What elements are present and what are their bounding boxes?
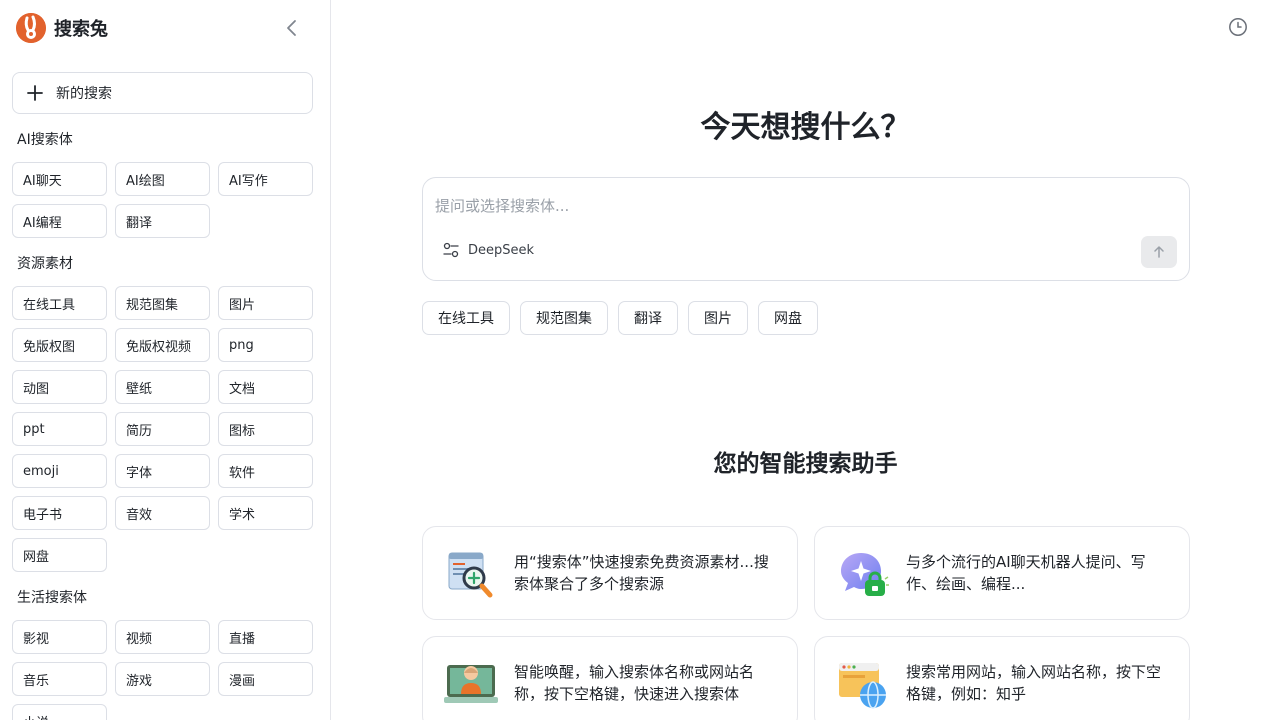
model-name: DeepSeek (468, 242, 535, 258)
sidebar-item-games[interactable]: 游戏 (115, 662, 210, 696)
sidebar-item-ai-chat[interactable]: AI聊天 (12, 162, 107, 196)
ai-agent-grid: AI聊天 AI绘图 AI写作 AI编程 翻译 (12, 162, 313, 238)
sidebar-item-movies[interactable]: 影视 (12, 620, 107, 654)
sidebar-item-free-videos[interactable]: 免版权视频 (115, 328, 210, 362)
feature-text: 与多个流行的AI聊天机器人提问、写作、绘画、编程... (906, 553, 1146, 593)
sidebar-item-translate[interactable]: 翻译 (115, 204, 210, 238)
feature-card-ai-chat[interactable]: 与多个流行的AI聊天机器人提问、写作、绘画、编程... (814, 526, 1190, 620)
sidebar-item-resume[interactable]: 简历 (115, 412, 210, 446)
sidebar-item-sound-effects[interactable]: 音效 (115, 496, 210, 530)
browser-globe-icon (835, 657, 891, 713)
sidebar-item-images[interactable]: 图片 (218, 286, 313, 320)
sidebar-item-fonts[interactable]: 字体 (115, 454, 210, 488)
sidebar-item-standard-atlas[interactable]: 规范图集 (115, 286, 210, 320)
sidebar-item-online-tools[interactable]: 在线工具 (12, 286, 107, 320)
sidebar-item-ppt[interactable]: ppt (12, 412, 107, 446)
assistant-subhead: 您的智能搜索助手 (713, 451, 898, 477)
search-input[interactable] (435, 194, 1115, 218)
sidebar-item-comics[interactable]: 漫画 (218, 662, 313, 696)
magnifier-document-icon (443, 547, 499, 603)
new-search-label: 新的搜索 (56, 86, 112, 102)
feature-text: 用“搜索体”快速搜索免费资源素材...搜索体聚合了多个搜索源 (514, 553, 769, 593)
quick-tag-standard-atlas[interactable]: 规范图集 (520, 301, 608, 335)
sidebar: 搜索兔 新的搜索 AI搜索体 AI聊天 AI绘图 AI写作 AI编程 翻译 资源… (0, 0, 331, 720)
sidebar-item-ebooks[interactable]: 电子书 (12, 496, 107, 530)
clock-icon (1229, 18, 1247, 36)
collapse-sidebar-button[interactable] (280, 16, 304, 40)
sidebar-item-png[interactable]: png (218, 328, 313, 362)
section-title-ai: AI搜索体 (17, 132, 73, 148)
quick-tags: 在线工具 规范图集 翻译 图片 网盘 (422, 301, 818, 335)
rabbit-logo-icon (16, 13, 46, 43)
sidebar-item-ai-coding[interactable]: AI编程 (12, 204, 107, 238)
ai-chat-lock-icon (835, 547, 891, 603)
section-title-life: 生活搜索体 (17, 590, 87, 606)
send-button[interactable] (1141, 236, 1177, 268)
quick-tag-online-tools[interactable]: 在线工具 (422, 301, 510, 335)
sidebar-item-academic[interactable]: 学术 (218, 496, 313, 530)
resources-grid: 在线工具 规范图集 图片 免版权图 免版权视频 png 动图 壁纸 文档 ppt… (12, 286, 313, 572)
sidebar-item-emoji[interactable]: emoji (12, 454, 107, 488)
app: 搜索兔 新的搜索 AI搜索体 AI聊天 AI绘图 AI写作 AI编程 翻译 资源… (0, 0, 1280, 720)
chevron-left-icon (287, 20, 296, 36)
feature-card-common-sites[interactable]: 搜索常用网站，输入网站名称，按下空格键，例如：知乎 (814, 636, 1190, 720)
sidebar-item-videos[interactable]: 视频 (115, 620, 210, 654)
sliders-icon (443, 242, 459, 258)
arrow-up-icon (1154, 246, 1164, 258)
sidebar-item-free-images[interactable]: 免版权图 (12, 328, 107, 362)
brand-name: 搜索兔 (54, 19, 108, 40)
life-grid: 影视 视频 直播 音乐 游戏 漫画 小说 (12, 620, 313, 720)
plus-icon (27, 85, 43, 101)
new-search-button[interactable]: 新的搜索 (12, 72, 313, 114)
person-laptop-icon (443, 657, 499, 713)
sidebar-item-cloud-drive[interactable]: 网盘 (12, 538, 107, 572)
sidebar-item-wallpapers[interactable]: 壁纸 (115, 370, 210, 404)
query-box: DeepSeek (422, 177, 1190, 281)
sidebar-item-music[interactable]: 音乐 (12, 662, 107, 696)
model-selector[interactable]: DeepSeek (443, 242, 534, 258)
brand[interactable]: 搜索兔 (16, 13, 108, 43)
quick-tag-translate[interactable]: 翻译 (618, 301, 678, 335)
section-title-resources: 资源素材 (17, 256, 73, 272)
feature-card-smart-wake[interactable]: 智能唤醒，输入搜索体名称或网站名称，按下空格键，快速进入搜索体 (422, 636, 798, 720)
sidebar-item-documents[interactable]: 文档 (218, 370, 313, 404)
sidebar-item-ai-writing[interactable]: AI写作 (218, 162, 313, 196)
quick-tag-images[interactable]: 图片 (688, 301, 748, 335)
feature-card-search-agents[interactable]: 用“搜索体”快速搜索免费资源素材...搜索体聚合了多个搜索源 (422, 526, 798, 620)
feature-text: 智能唤醒，输入搜索体名称或网站名称，按下空格键，快速进入搜索体 (514, 663, 755, 703)
page-headline: 今天想搜什么？ (700, 110, 911, 145)
sidebar-item-software[interactable]: 软件 (218, 454, 313, 488)
sidebar-item-ai-drawing[interactable]: AI绘图 (115, 162, 210, 196)
sidebar-item-live[interactable]: 直播 (218, 620, 313, 654)
quick-tag-cloud-drive[interactable]: 网盘 (758, 301, 818, 335)
feature-text: 搜索常用网站，输入网站名称，按下空格键，例如：知乎 (906, 663, 1162, 703)
history-button[interactable] (1228, 17, 1248, 37)
sidebar-item-novels[interactable]: 小说 (12, 704, 107, 720)
sidebar-item-icons[interactable]: 图标 (218, 412, 313, 446)
sidebar-item-gifs[interactable]: 动图 (12, 370, 107, 404)
